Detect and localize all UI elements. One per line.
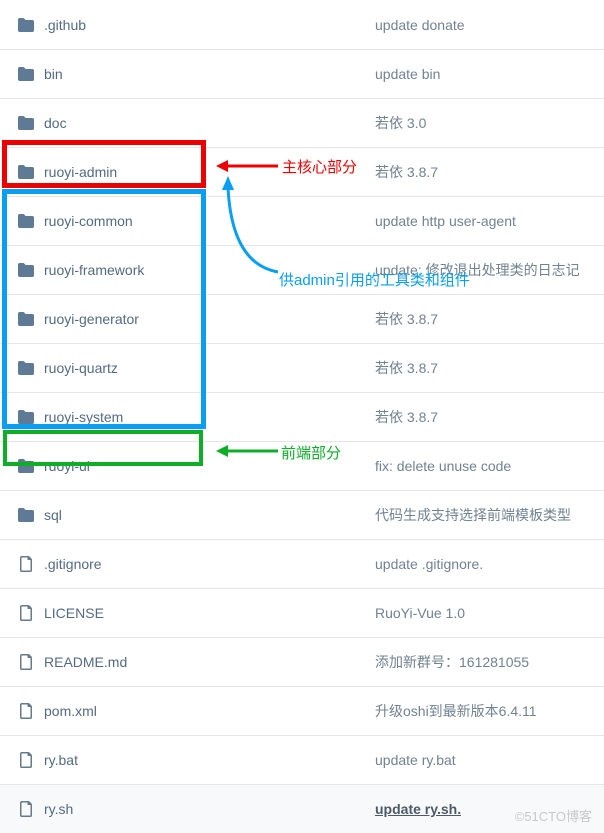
file-link[interactable]: README.md (44, 654, 127, 670)
commit-message[interactable]: update .gitignore. (375, 556, 483, 572)
folder-icon (18, 458, 34, 474)
file-link[interactable]: ruoyi-common (44, 213, 133, 229)
commit-message[interactable]: 若依 3.0 (375, 113, 426, 133)
file-name-cell: ruoyi-ui (0, 458, 375, 474)
folder-icon (18, 409, 34, 425)
file-row: doc 若依 3.0 (0, 98, 604, 147)
commit-message[interactable]: update ry.sh. (375, 801, 461, 817)
file-icon (18, 556, 34, 572)
file-row: sql 代码生成支持选择前端模板类型 (0, 490, 604, 539)
file-name-cell: ruoyi-admin (0, 164, 375, 180)
file-list: .github update donate bin update bin doc 若依 3… (0, 0, 604, 833)
file-name-cell: ruoyi-generator (0, 311, 375, 327)
folder-icon (18, 66, 34, 82)
commit-message[interactable]: update donate (375, 17, 465, 33)
commit-message[interactable]: 升级oshi到最新版本6.4.11 (375, 701, 537, 721)
file-name-cell: ruoyi-framework (0, 262, 375, 278)
commit-message[interactable]: 代码生成支持选择前端模板类型 (375, 505, 571, 525)
file-link[interactable]: ruoyi-framework (44, 262, 144, 278)
file-link[interactable]: .gitignore (44, 556, 102, 572)
commit-message[interactable]: fix: delete unuse code (375, 458, 511, 474)
file-name-cell: .github (0, 17, 375, 33)
file-link[interactable]: ruoyi-generator (44, 311, 139, 327)
file-link[interactable]: ry.bat (44, 752, 78, 768)
file-link[interactable]: ruoyi-quartz (44, 360, 118, 376)
file-icon (18, 605, 34, 621)
file-link[interactable]: bin (44, 66, 63, 82)
file-row: README.md 添加新群号：161281055 (0, 637, 604, 686)
commit-message[interactable]: update bin (375, 66, 440, 82)
file-link[interactable]: ruoyi-admin (44, 164, 117, 180)
file-name-cell: LICENSE (0, 605, 375, 621)
folder-icon (18, 262, 34, 278)
commit-message[interactable]: 若依 3.8.7 (375, 162, 438, 182)
file-link[interactable]: doc (44, 115, 67, 131)
file-name-cell: doc (0, 115, 375, 131)
folder-icon (18, 17, 34, 33)
file-name-cell: bin (0, 66, 375, 82)
folder-icon (18, 360, 34, 376)
file-row: ruoyi-framework update: 修改退出处理类的日志记 (0, 245, 604, 294)
commit-message[interactable]: update http user-agent (375, 213, 516, 229)
file-row: ruoyi-admin 若依 3.8.7 (0, 147, 604, 196)
file-link[interactable]: LICENSE (44, 605, 104, 621)
file-row: ruoyi-quartz 若依 3.8.7 (0, 343, 604, 392)
file-row: pom.xml 升级oshi到最新版本6.4.11 (0, 686, 604, 735)
file-name-cell: README.md (0, 654, 375, 670)
file-link[interactable]: .github (44, 17, 86, 33)
folder-icon (18, 311, 34, 327)
folder-icon (18, 507, 34, 523)
file-name-cell: ry.bat (0, 752, 375, 768)
file-link[interactable]: ruoyi-system (44, 409, 123, 425)
file-link[interactable]: ry.sh (44, 801, 73, 817)
file-link[interactable]: pom.xml (44, 703, 97, 719)
commit-message[interactable]: RuoYi-Vue 1.0 (375, 605, 465, 621)
file-icon (18, 801, 34, 817)
folder-icon (18, 213, 34, 229)
file-row: ry.bat update ry.bat (0, 735, 604, 784)
file-row: bin update bin (0, 49, 604, 98)
file-name-cell: .gitignore (0, 556, 375, 572)
commit-message[interactable]: 若依 3.8.7 (375, 358, 438, 378)
commit-message[interactable]: 若依 3.8.7 (375, 309, 438, 329)
commit-message[interactable]: update: 修改退出处理类的日志记 (375, 260, 580, 280)
folder-icon (18, 164, 34, 180)
file-name-cell: pom.xml (0, 703, 375, 719)
file-name-cell: ruoyi-system (0, 409, 375, 425)
file-row: .gitignore update .gitignore. (0, 539, 604, 588)
file-name-cell: ry.sh (0, 801, 375, 817)
file-row: ruoyi-common update http user-agent (0, 196, 604, 245)
file-name-cell: sql (0, 507, 375, 523)
file-row: ruoyi-generator 若依 3.8.7 (0, 294, 604, 343)
file-row: ruoyi-ui fix: delete unuse code (0, 441, 604, 490)
folder-icon (18, 115, 34, 131)
file-name-cell: ruoyi-common (0, 213, 375, 229)
commit-message[interactable]: 添加新群号：161281055 (375, 652, 529, 672)
file-name-cell: ruoyi-quartz (0, 360, 375, 376)
file-icon (18, 654, 34, 670)
file-row: .github update donate (0, 0, 604, 49)
file-link[interactable]: ruoyi-ui (44, 458, 90, 474)
file-row: ry.sh update ry.sh. (0, 784, 604, 833)
commit-message[interactable]: update ry.bat (375, 752, 456, 768)
file-link[interactable]: sql (44, 507, 62, 523)
commit-message[interactable]: 若依 3.8.7 (375, 407, 438, 427)
file-icon (18, 703, 34, 719)
file-row: ruoyi-system 若依 3.8.7 (0, 392, 604, 441)
file-icon (18, 752, 34, 768)
file-row: LICENSE RuoYi-Vue 1.0 (0, 588, 604, 637)
